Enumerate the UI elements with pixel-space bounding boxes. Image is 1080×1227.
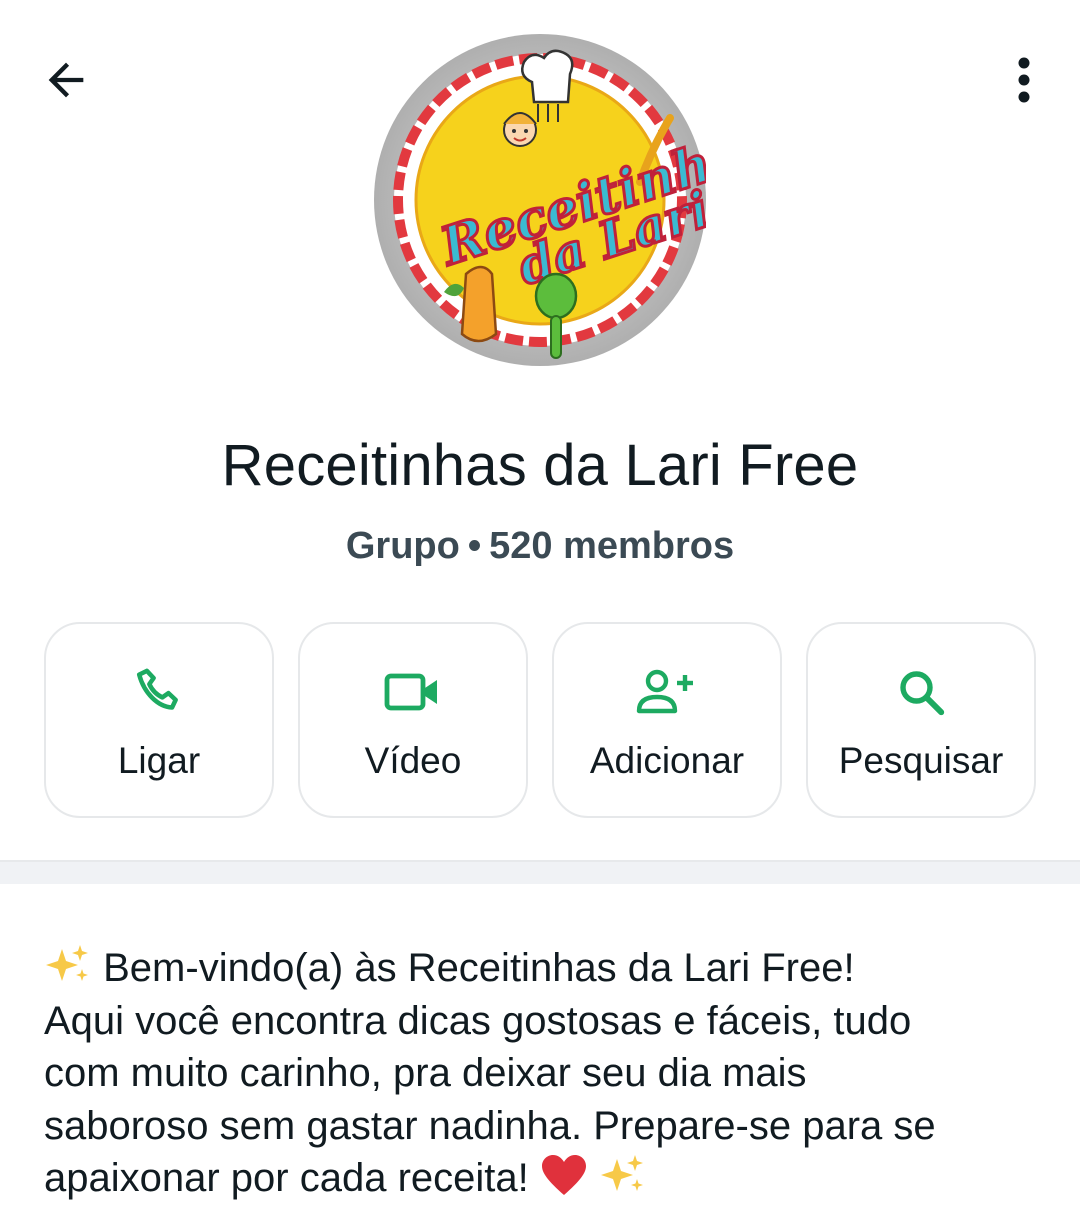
sparkles-icon [601,1155,643,1191]
add-person-icon [636,669,693,714]
description-line-5: apaixonar por cada receita! [44,1152,1044,1205]
phone-icon [136,668,178,710]
call-label: Ligar [117,740,201,781]
add-participant-button[interactable]: Adicionar [552,622,782,818]
search-button[interactable]: Pesquisar [806,622,1036,818]
video-label: Vídeo [364,740,462,781]
group-avatar[interactable]: Receitinhas da Lari [374,34,780,366]
group-logo: Receitinhas da Lari [374,34,780,366]
video-button[interactable]: Vídeo [298,622,528,818]
arrow-left-icon [48,62,84,98]
group-type: Grupo [345,525,460,567]
description-line-2: Aqui você encontra dicas gostosas e fáce… [44,998,912,1043]
group-name: Receitinhas da Lari Free [221,433,859,498]
description-line-3: com muito carinho, pra deixar seu dia ma… [44,1051,807,1095]
video-icon [384,673,437,711]
call-button[interactable]: Ligar [44,622,274,818]
search-label: Pesquisar [838,740,1004,781]
add-label: Adicionar [589,740,745,781]
more-vertical-icon [1018,57,1030,103]
search-icon [900,671,945,716]
description-line-4: saboroso sem gastar nadinha. Prepare-se … [44,1103,936,1148]
description-line-1: Bem-vindo(a) às Receitinhas da Lari Free… [44,942,1044,995]
back-button[interactable] [36,50,96,110]
section-divider [0,860,1080,884]
action-bar: Ligar Vídeo Adicionar Pesquisar [44,622,1036,818]
sparkles-icon [46,945,88,981]
more-options-button[interactable] [1004,48,1044,112]
member-count: 520 membros [489,525,735,567]
group-description: Bem-vindo(a) às Receitinhas da Lari Free… [44,942,1044,1205]
heart-icon [541,1155,586,1195]
face-icon [503,112,537,147]
separator: • [467,525,482,567]
group-subtitle: Grupo • 520 membros [0,525,1080,568]
